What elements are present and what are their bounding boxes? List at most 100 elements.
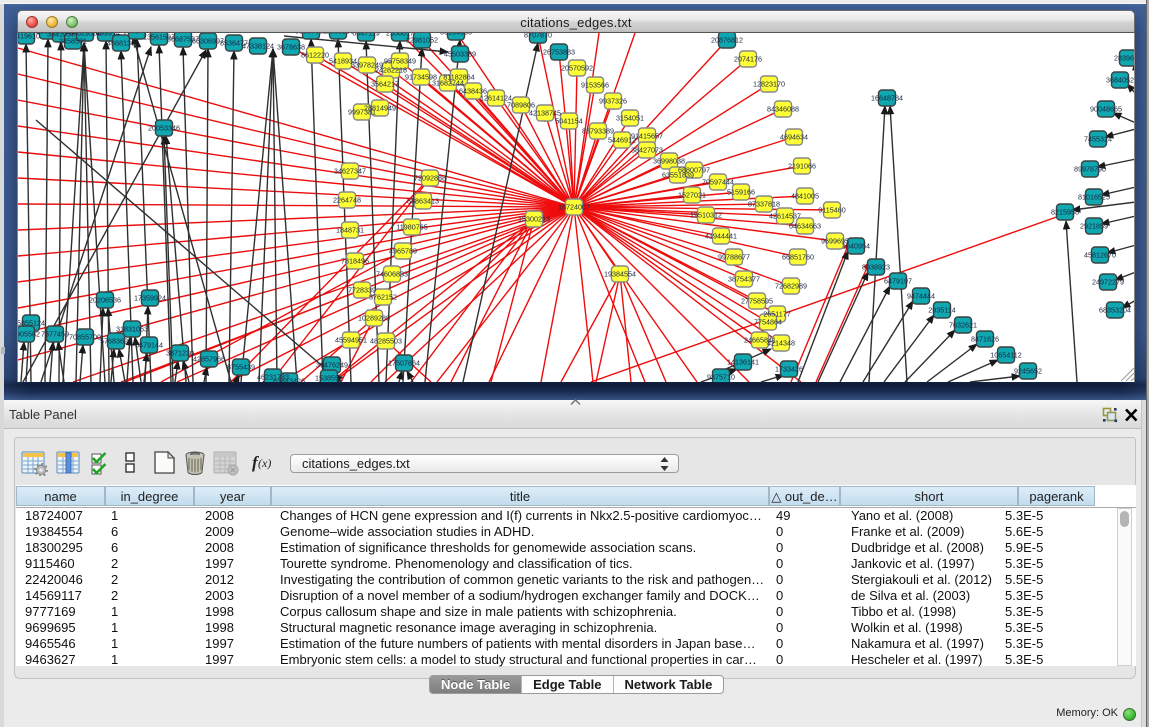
svg-text:8938923: 8938923 xyxy=(862,263,890,272)
svg-text:81016525: 81016525 xyxy=(1078,193,1110,202)
svg-text:8215958: 8215958 xyxy=(1051,208,1079,217)
svg-text:8471626: 8471626 xyxy=(971,335,999,344)
svg-text:7754864: 7754864 xyxy=(754,318,782,327)
svg-text:3684052: 3684052 xyxy=(1106,76,1134,85)
svg-text:20876812: 20876812 xyxy=(711,36,743,45)
svg-text:9937326: 9937326 xyxy=(599,97,627,106)
svg-text:4694634: 4694634 xyxy=(780,133,808,142)
svg-text:56164955: 56164955 xyxy=(440,33,472,37)
svg-text:3762152: 3762152 xyxy=(369,293,397,302)
svg-text:45594951: 45594951 xyxy=(335,336,367,345)
svg-text:81182864: 81182864 xyxy=(443,73,474,82)
svg-text:83793389: 83793389 xyxy=(582,127,614,136)
svg-text:1499914: 1499914 xyxy=(92,33,120,38)
svg-text:6479197: 6479197 xyxy=(884,277,912,286)
svg-text:68800797: 68800797 xyxy=(678,166,710,175)
svg-text:95758349: 95758349 xyxy=(384,57,416,66)
svg-text:84346088: 84346088 xyxy=(767,105,799,114)
svg-text:1538552: 1538552 xyxy=(315,374,343,383)
svg-text:36998038: 36998038 xyxy=(653,157,685,166)
svg-text:31831063: 31831063 xyxy=(116,325,148,334)
svg-text:4905582: 4905582 xyxy=(18,330,40,339)
svg-text:2191066: 2191066 xyxy=(788,162,816,171)
svg-text:17359924: 17359924 xyxy=(134,294,166,303)
svg-text:2264748: 2264748 xyxy=(333,196,361,205)
svg-text:9245652: 9245652 xyxy=(1014,367,1042,376)
svg-text:47338124: 47338124 xyxy=(242,42,274,51)
svg-text:9115460: 9115460 xyxy=(818,206,845,215)
svg-text:45503389: 45503389 xyxy=(444,50,476,59)
svg-text:12823170: 12823170 xyxy=(753,80,785,89)
svg-text:70597444: 70597444 xyxy=(702,178,734,187)
svg-text:5041154: 5041154 xyxy=(555,117,582,126)
svg-text:7455324: 7455324 xyxy=(1084,135,1112,144)
svg-text:5855124: 5855124 xyxy=(18,319,45,328)
svg-text:20053346: 20053346 xyxy=(148,124,180,133)
svg-text:4668136: 4668136 xyxy=(107,39,135,48)
svg-text:7377459: 7377459 xyxy=(41,330,69,339)
svg-text:30868105: 30868105 xyxy=(322,33,354,36)
svg-text:20570592: 20570592 xyxy=(561,64,593,73)
svg-text:24972279: 24972279 xyxy=(1092,278,1124,287)
svg-text:28814949: 28814949 xyxy=(364,104,396,113)
svg-text:42857966: 42857966 xyxy=(193,355,225,364)
svg-text:10289289: 10289289 xyxy=(358,314,390,323)
svg-text:9474444: 9474444 xyxy=(907,292,935,301)
svg-text:39476249: 39476249 xyxy=(316,361,348,370)
svg-text:2458591: 2458591 xyxy=(59,37,87,46)
svg-text:24282218: 24282218 xyxy=(375,66,407,75)
svg-text:74606833: 74606833 xyxy=(376,270,408,279)
svg-text:5479144: 5479144 xyxy=(135,341,163,350)
svg-text:83863413: 83863413 xyxy=(407,197,439,206)
svg-text:2074176: 2074176 xyxy=(734,55,762,64)
svg-text:34627347: 34627347 xyxy=(334,167,366,176)
svg-text:9153566: 9153566 xyxy=(581,81,609,90)
svg-text:1527021: 1527021 xyxy=(678,191,706,200)
svg-text:48285503: 48285503 xyxy=(370,337,402,346)
svg-text:70855700: 70855700 xyxy=(69,333,101,342)
svg-text:64634663: 64634663 xyxy=(789,222,821,231)
svg-text:38427073: 38427073 xyxy=(631,146,663,155)
svg-text:38754377: 38754377 xyxy=(728,275,760,284)
svg-text:3564217: 3564217 xyxy=(371,80,399,89)
svg-text:42614537: 42614537 xyxy=(769,212,801,221)
svg-text:87337818: 87337818 xyxy=(748,200,780,209)
svg-text:57683626: 57683626 xyxy=(100,337,132,346)
svg-text:26753883: 26753883 xyxy=(543,48,575,57)
svg-text:3154051: 3154051 xyxy=(616,114,644,123)
svg-text:99788677: 99788677 xyxy=(718,253,750,262)
svg-text:(x): (x) xyxy=(258,456,271,470)
svg-text:45812670: 45812670 xyxy=(1084,251,1116,260)
svg-text:72092888: 72092888 xyxy=(414,174,446,183)
svg-text:7818496: 7818496 xyxy=(341,257,369,266)
svg-text:17507864: 17507864 xyxy=(388,359,420,368)
svg-text:8707870: 8707870 xyxy=(524,33,552,40)
svg-text:90048665: 90048665 xyxy=(1090,105,1122,114)
svg-text:19384554: 19384554 xyxy=(604,270,636,279)
svg-text:1733426: 1733426 xyxy=(775,365,803,374)
svg-text:10654112: 10654112 xyxy=(990,351,1021,360)
svg-text:3871230: 3871230 xyxy=(166,349,194,358)
svg-text:63843426: 63843426 xyxy=(273,377,305,383)
svg-text:2839607: 2839607 xyxy=(1114,54,1135,63)
svg-text:89978790: 89978790 xyxy=(1074,165,1106,174)
svg-text:5159166: 5159166 xyxy=(727,188,755,197)
svg-text:14136141: 14136141 xyxy=(727,358,759,367)
svg-text:20206536: 20206536 xyxy=(89,296,121,305)
svg-text:8612220: 8612220 xyxy=(301,51,329,60)
svg-text:68353204: 68353204 xyxy=(1099,306,1131,315)
svg-text:2921859: 2921859 xyxy=(1080,222,1108,231)
svg-text:66851760: 66851760 xyxy=(782,253,814,262)
svg-text:18724007: 18724007 xyxy=(558,203,590,212)
svg-text:2935114: 2935114 xyxy=(928,306,955,315)
svg-text:41944441: 41944441 xyxy=(705,232,737,241)
svg-text:22981052: 22981052 xyxy=(406,36,438,45)
svg-text:16648784: 16648784 xyxy=(871,94,903,103)
svg-text:15300213: 15300213 xyxy=(518,215,550,224)
svg-text:11980765: 11980765 xyxy=(396,223,427,232)
svg-text:4214348: 4214348 xyxy=(767,339,795,348)
svg-text:1848731: 1848731 xyxy=(336,226,364,235)
svg-text:9699695: 9699695 xyxy=(821,237,849,246)
svg-text:72682989: 72682989 xyxy=(775,282,807,291)
svg-text:19510312: 19510312 xyxy=(690,211,722,220)
